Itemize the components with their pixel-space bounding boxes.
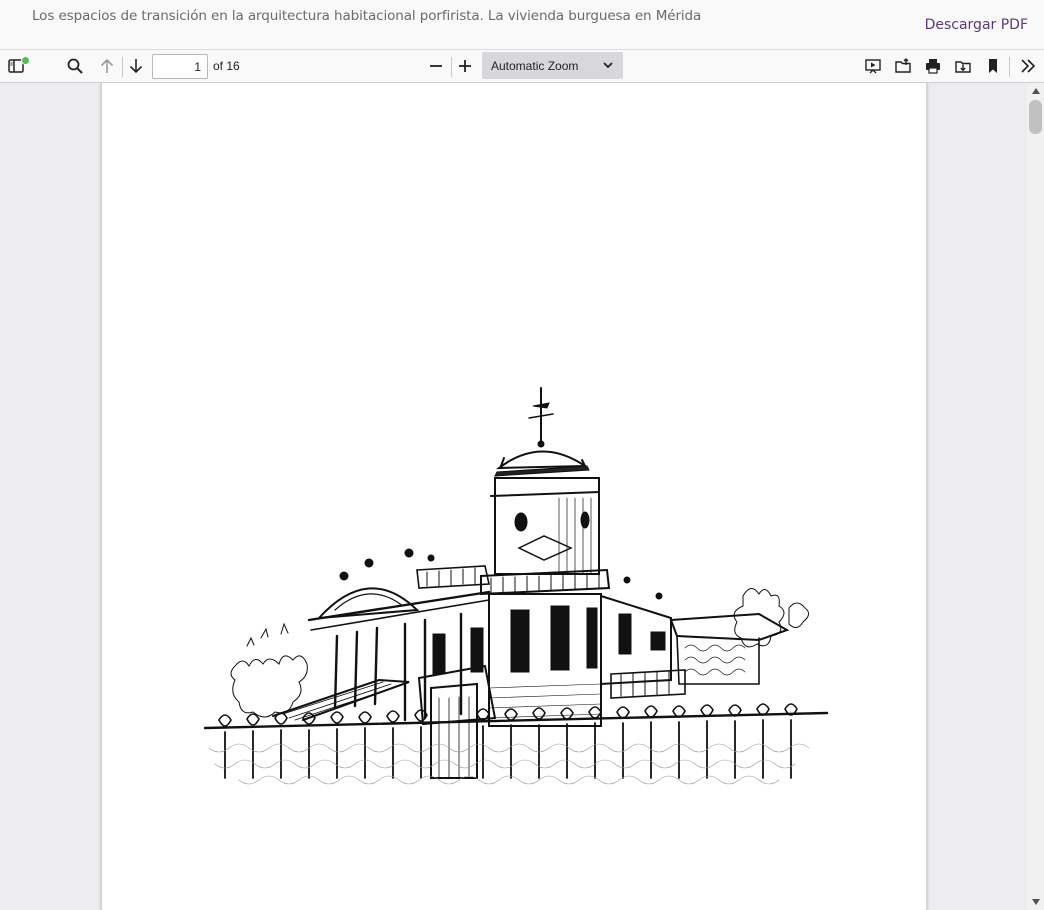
zoom-out-button[interactable]: [423, 54, 449, 78]
print-button[interactable]: [920, 54, 946, 78]
triangle-up-icon: [1031, 88, 1040, 94]
notification-dot: [21, 56, 30, 65]
find-button[interactable]: [62, 54, 88, 78]
document-title: Los espacios de transición en la arquite…: [32, 8, 702, 24]
scroll-up-arrow[interactable]: [1027, 83, 1044, 99]
house-sketch-illustration: [203, 387, 829, 785]
pdf-toolbar: of 16 Automatic Zoom: [0, 50, 1044, 83]
open-file-icon: [895, 58, 911, 73]
bookmark-icon: [989, 59, 997, 73]
sidebar-toggle-button[interactable]: [3, 54, 30, 78]
open-file-button[interactable]: [890, 54, 916, 78]
zoom-in-button[interactable]: [452, 54, 478, 78]
page-count-label: of 16: [213, 59, 240, 73]
tools-menu-button[interactable]: [1015, 54, 1041, 78]
page-number-input[interactable]: [152, 54, 208, 79]
vertical-scrollbar[interactable]: [1027, 83, 1044, 910]
search-icon: [67, 58, 83, 74]
download-button[interactable]: [950, 54, 976, 78]
bookmark-button[interactable]: [980, 54, 1006, 78]
triangle-down-icon: [1031, 899, 1040, 905]
next-page-button[interactable]: [123, 54, 149, 78]
scrollbar-thumb[interactable]: [1029, 100, 1042, 134]
arrow-up-icon: [100, 58, 114, 73]
zoom-select-value: Automatic Zoom: [491, 58, 579, 73]
double-chevron-right-icon: [1021, 59, 1036, 73]
print-icon: [926, 59, 940, 74]
presentation-mode-button[interactable]: [860, 54, 886, 78]
download-pdf-link[interactable]: Descargar PDF: [925, 17, 1028, 33]
previous-page-button[interactable]: [94, 54, 120, 78]
pdf-page: [101, 83, 927, 910]
presentation-icon: [865, 59, 881, 74]
toolbar-separator: [1009, 57, 1010, 77]
document-viewer[interactable]: [0, 83, 1044, 910]
minus-icon: [430, 65, 442, 67]
zoom-select[interactable]: Automatic Zoom: [482, 52, 623, 79]
arrow-down-icon: [129, 59, 143, 74]
title-bar: Los espacios de transición en la arquite…: [0, 0, 1044, 50]
download-icon: [955, 61, 971, 73]
plus-icon: [459, 60, 471, 72]
chevron-down-icon: [603, 62, 613, 69]
scroll-down-arrow[interactable]: [1027, 894, 1044, 910]
